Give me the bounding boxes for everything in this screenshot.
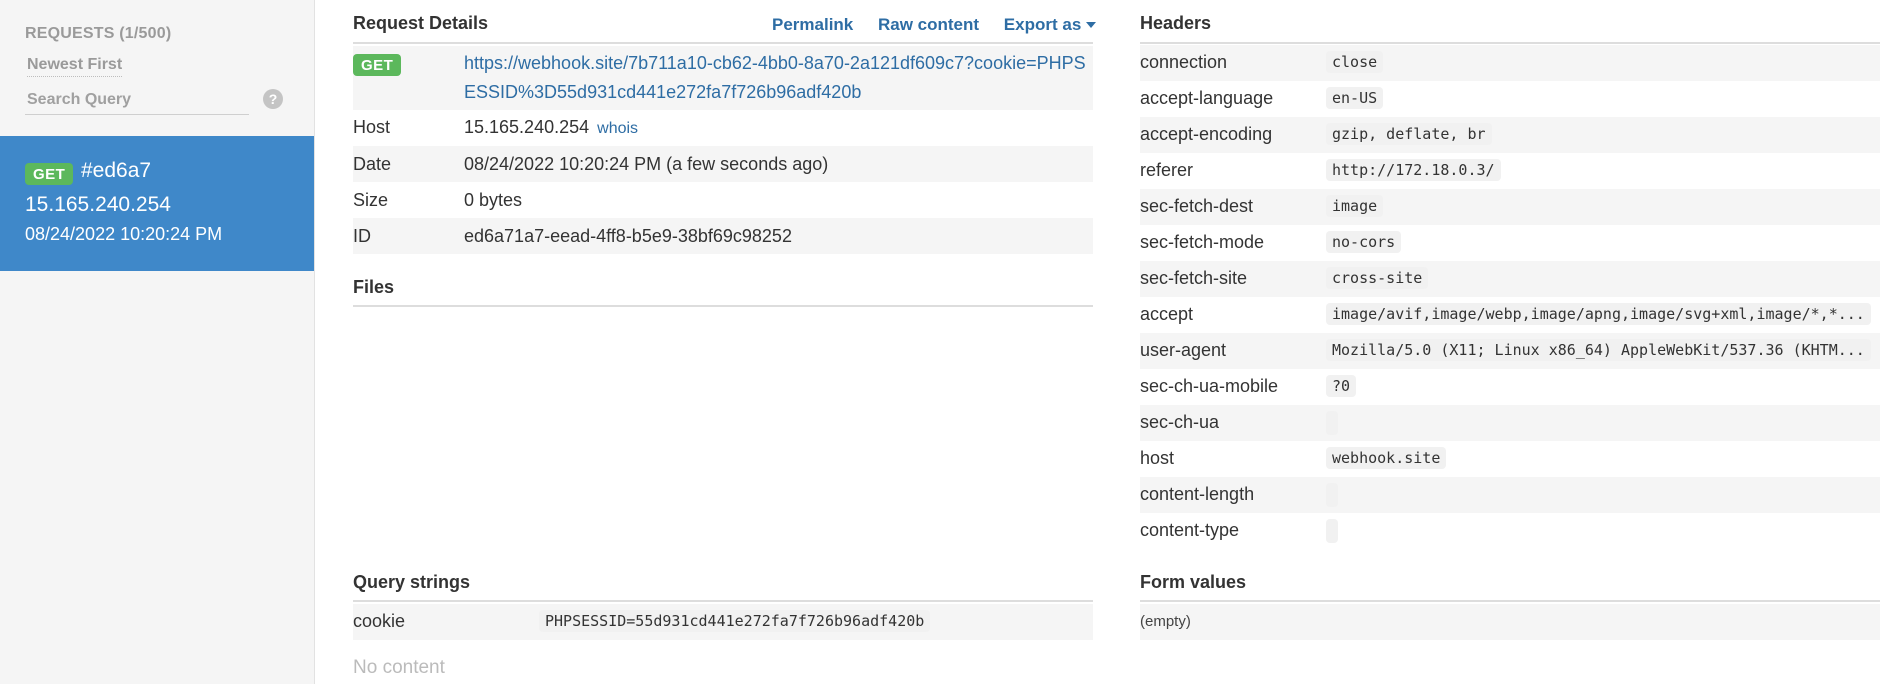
- header-key: sec-ch-ua: [1140, 412, 1220, 432]
- raw-content-link[interactable]: Raw content: [878, 15, 979, 34]
- header-row: sec-fetch-site cross-site: [1140, 261, 1880, 297]
- host-label: Host: [353, 117, 391, 137]
- header-key: accept-language: [1140, 88, 1274, 108]
- header-row: referer http://172.18.0.3/: [1140, 153, 1880, 189]
- header-value: [1326, 411, 1338, 435]
- search-query-input[interactable]: [25, 86, 249, 115]
- header-row: sec-ch-ua: [1140, 405, 1880, 441]
- header-row: sec-fetch-mode no-cors: [1140, 225, 1880, 261]
- header-row: content-length: [1140, 477, 1880, 513]
- request-id: #ed6a7: [81, 159, 152, 182]
- query-key: cookie: [353, 611, 406, 631]
- help-icon[interactable]: ?: [263, 89, 283, 109]
- header-row: user-agent Mozilla/5.0 (X11; Linux x86_64…: [1140, 333, 1880, 369]
- header-value: gzip, deflate, br: [1326, 123, 1492, 146]
- form-values-title: Form values: [1140, 572, 1247, 592]
- method-badge: GET: [25, 163, 74, 185]
- divider: [1140, 42, 1880, 44]
- permalink-link[interactable]: Permalink: [772, 15, 853, 34]
- header-row: accept-encoding gzip, deflate, br: [1140, 117, 1880, 153]
- header-row: host webhook.site: [1140, 441, 1880, 477]
- divider: [353, 42, 1093, 44]
- query-strings-title: Query strings: [353, 572, 471, 592]
- header-value: [1326, 519, 1338, 543]
- size-label: Size: [353, 190, 389, 210]
- host-row: Host 15.165.240.254 whois: [353, 113, 1093, 149]
- divider: [353, 305, 1093, 307]
- header-key: connection: [1140, 52, 1228, 72]
- header-key: sec-ch-ua-mobile: [1140, 376, 1279, 396]
- header-value: [1326, 483, 1338, 507]
- id-value: ed6a71a7-eead-4ff8-b5e9-38bf69c98252: [464, 226, 792, 246]
- date-value: 08/24/2022 10:20:24 PM (a few seconds ag…: [464, 154, 829, 174]
- request-details-title: Request Details: [353, 13, 489, 33]
- request-url-link[interactable]: https://webhook.site/7b711a10-cb62-4bb0-…: [464, 49, 1091, 107]
- header-value: ?0: [1326, 375, 1357, 398]
- header-key: accept: [1140, 304, 1194, 324]
- header-key: sec-fetch-dest: [1140, 196, 1254, 216]
- header-key: sec-fetch-mode: [1140, 232, 1265, 252]
- method-badge: GET: [353, 54, 402, 76]
- header-key: host: [1140, 448, 1175, 468]
- size-value: 0 bytes: [464, 190, 523, 210]
- header-row: sec-fetch-dest image: [1140, 189, 1880, 225]
- export-as-dropdown[interactable]: Export as: [1003, 15, 1097, 34]
- id-row: ID ed6a71a7-eead-4ff8-b5e9-38bf69c98252: [353, 218, 1093, 254]
- headers-title: Headers: [1140, 13, 1212, 33]
- header-key: content-length: [1140, 484, 1255, 504]
- header-row: content-type: [1140, 513, 1880, 549]
- sort-order-toggle[interactable]: Newest First: [27, 56, 123, 77]
- header-value: en-US: [1326, 87, 1384, 110]
- request-ip: 15.165.240.254: [25, 193, 171, 216]
- header-value: webhook.site: [1326, 447, 1447, 470]
- id-label: ID: [353, 226, 371, 246]
- files-title: Files: [353, 277, 395, 297]
- caret-down-icon: [1086, 22, 1097, 28]
- export-as-label: Export as: [1003, 15, 1082, 34]
- header-key: referer: [1140, 160, 1194, 180]
- header-value: no-cors: [1326, 231, 1402, 254]
- date-label: Date: [353, 154, 392, 174]
- header-value: close: [1326, 51, 1384, 74]
- header-value: image: [1326, 195, 1384, 218]
- requests-count-title: REQUESTS (1/500): [25, 25, 172, 42]
- divider: [353, 600, 1093, 602]
- header-key: accept-encoding: [1140, 124, 1273, 144]
- header-value: http://172.18.0.3/: [1326, 159, 1501, 182]
- size-row: Size 0 bytes: [353, 182, 1093, 218]
- header-row: sec-ch-ua-mobile ?0: [1140, 369, 1880, 405]
- request-url-row: GET https://webhook.site/7b711a10-cb62-4…: [353, 46, 1093, 110]
- divider: [1140, 600, 1880, 602]
- header-value: image/avif,image/webp,image/apng,image/s…: [1326, 303, 1871, 326]
- header-row: accept-language en-US: [1140, 81, 1880, 117]
- whois-link[interactable]: whois: [597, 120, 638, 137]
- request-actions: Permalink Raw content Export as: [772, 15, 1116, 35]
- no-content-text: No content: [353, 657, 445, 678]
- header-key: sec-fetch-site: [1140, 268, 1248, 288]
- query-string-row: cookie PHPSESSID=55d931cd441e272fa7f726b…: [353, 604, 1093, 640]
- request-list-item[interactable]: GET #ed6a7 15.165.240.254 08/24/2022 10:…: [0, 136, 314, 271]
- header-value: Mozilla/5.0 (X11; Linux x86_64) AppleWeb…: [1326, 339, 1871, 362]
- sidebar: REQUESTS (1/500) Newest First ? GET #ed6…: [0, 0, 315, 684]
- date-row: Date 08/24/2022 10:20:24 PM (a few secon…: [353, 146, 1093, 182]
- header-key: content-type: [1140, 520, 1240, 540]
- header-row: accept image/avif,image/webp,image/apng,i…: [1140, 297, 1880, 333]
- header-row: connection close: [1140, 45, 1880, 81]
- host-value: 15.165.240.254: [464, 117, 590, 137]
- request-date: 08/24/2022 10:20:24 PM: [25, 224, 223, 244]
- form-values-empty: (empty): [1140, 613, 1191, 630]
- header-key: user-agent: [1140, 340, 1227, 360]
- form-values-row: [1140, 604, 1880, 640]
- query-value: PHPSESSID=55d931cd441e272fa7f726b96adf42…: [539, 610, 931, 633]
- header-value: cross-site: [1326, 267, 1429, 290]
